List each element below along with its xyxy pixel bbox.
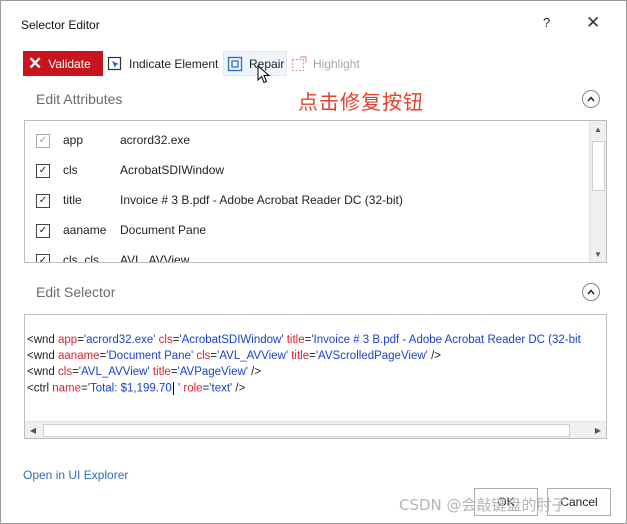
selector-horizontal-scrollbar[interactable]: ◀ ▶ <box>25 421 606 438</box>
title-bar: Selector Editor ? ✕ <box>1 1 626 41</box>
scroll-up-arrow-icon[interactable]: ▲ <box>590 121 606 137</box>
selector-editor-textarea[interactable]: <wnd app='acrord32.exe' cls='AcrobatSDIW… <box>24 314 607 439</box>
attribute-row-app: ✓ app acrord32.exe <box>25 125 585 155</box>
attribute-value: Document Pane <box>120 223 207 237</box>
xml-value: 'AVL_AVView' <box>78 366 150 378</box>
xml-tag: /> <box>247 366 262 378</box>
scroll-left-arrow-icon[interactable]: ◀ <box>25 422 41 438</box>
checkbox-title[interactable]: ✓ <box>36 194 50 208</box>
indicate-element-button[interactable]: Indicate Element <box>107 51 218 76</box>
xml-tag: <wnd <box>27 366 59 378</box>
xml-attribute: cls <box>158 334 173 346</box>
open-in-ui-explorer-link[interactable]: Open in UI Explorer <box>23 468 128 482</box>
repair-icon <box>227 56 243 72</box>
xml-tag: = <box>170 366 178 378</box>
checkbox-aaname[interactable]: ✓ <box>36 224 50 238</box>
highlight-button[interactable]: Highlight <box>291 51 360 76</box>
xml-attribute: title <box>152 366 171 378</box>
attributes-vertical-scrollbar[interactable]: ▲ ▼ <box>589 121 606 262</box>
xml-tag: /> <box>427 350 441 362</box>
xml-tag: <wnd <box>27 334 59 346</box>
xml-value: 'Total: $1,199.70 <box>87 382 172 395</box>
toolbar: ✕ Validate Indicate Element Repair Highl… <box>23 51 583 77</box>
collapse-selector-icon[interactable] <box>582 283 600 301</box>
xml-tag: = <box>72 366 79 378</box>
xml-tag: <ctrl <box>27 382 53 395</box>
xml-value: 'Document Pane' <box>106 350 194 362</box>
xml-attribute: aaname <box>58 350 100 362</box>
attribute-name: cls <box>63 163 78 177</box>
window-title: Selector Editor <box>21 18 100 32</box>
xml-value: 'AVPageView' <box>177 366 248 378</box>
close-button[interactable]: ✕ <box>586 13 600 33</box>
attribute-row-cls: ✓ cls AcrobatSDIWindow <box>25 155 585 185</box>
xml-value: 'AVL_AVView' <box>217 350 289 362</box>
xml-attribute: title <box>291 350 310 362</box>
xml-attribute: name <box>52 382 82 395</box>
xml-value: 'acrord32.exe' <box>83 334 156 346</box>
attribute-name: app <box>63 133 84 147</box>
indicate-element-label: Indicate Element <box>129 56 219 71</box>
xml-tag: /> <box>232 382 246 395</box>
edit-attributes-heading: Edit Attributes <box>36 91 123 107</box>
scroll-right-arrow-icon[interactable]: ▶ <box>590 422 606 438</box>
selector-editor-dialog: Selector Editor ? ✕ ✕ Validate Indicate … <box>0 0 627 524</box>
attribute-row-aaname: ✓ aaname Document Pane <box>25 215 585 245</box>
xml-value: 'AcrobatSDIWindow' <box>179 334 284 346</box>
checkbox-cls-cls[interactable]: ✓ <box>36 254 50 262</box>
xml-tag: = <box>77 334 84 346</box>
scrollbar-thumb[interactable] <box>43 424 570 437</box>
attribute-name: aaname <box>63 223 107 237</box>
validate-label: Validate <box>48 56 91 71</box>
highlight-icon <box>291 55 307 72</box>
selector-line-1: <wnd app='acrord32.exe' cls='AcrobatSDIW… <box>27 334 581 346</box>
attribute-row-title: ✓ title Invoice # 3 B.pdf - Adobe Acroba… <box>25 185 585 215</box>
validate-button[interactable]: ✕ Validate <box>23 51 103 76</box>
close-x-icon: ✕ <box>28 54 43 73</box>
xml-attribute: role <box>183 382 203 395</box>
text-caret <box>172 382 174 395</box>
attribute-value: Invoice # 3 B.pdf - Adobe Acrobat Reader… <box>120 193 403 207</box>
attribute-row-cls-cls: ✓ cls_cls AVL_AVView <box>25 245 585 263</box>
xml-attribute: app <box>58 334 78 346</box>
selector-line-3: <wnd cls='AVL_AVView' title='AVPageView'… <box>27 366 261 378</box>
scroll-down-arrow-icon[interactable]: ▼ <box>590 246 606 262</box>
checkbox-app[interactable]: ✓ <box>36 134 50 148</box>
xml-value: 'Invoice # 3 B.pdf - Adobe Acrobat Reade… <box>311 334 581 346</box>
checkbox-cls[interactable]: ✓ <box>36 164 50 178</box>
xml-tag: = <box>309 350 316 362</box>
xml-tag: = <box>81 382 88 395</box>
attribute-value: acrord32.exe <box>120 133 191 147</box>
selector-line-4: <ctrl name='Total: $1,199.70 ' role='tex… <box>27 382 245 395</box>
xml-attribute: cls <box>58 366 73 378</box>
xml-value: 'text' <box>209 382 233 395</box>
attributes-list: ✓ app acrord32.exe ✓ cls AcrobatSDIWindo… <box>24 120 607 263</box>
attribute-value: AcrobatSDIWindow <box>120 163 225 177</box>
help-button[interactable]: ? <box>543 15 550 30</box>
selector-line-2: <wnd aaname='Document Pane' cls='AVL_AVV… <box>27 350 441 362</box>
attribute-value: AVL_AVView <box>120 253 190 263</box>
watermark: CSDN @会敲键盘的肘子 <box>399 496 567 514</box>
xml-value: 'AVScrolledPageView' <box>315 350 428 362</box>
xml-attribute: cls <box>196 350 211 362</box>
annotation-text: 点击修复按钮 <box>298 90 424 114</box>
collapse-attributes-icon[interactable] <box>582 90 600 108</box>
attribute-name: cls_cls <box>63 253 100 263</box>
indicate-target-icon <box>107 56 123 72</box>
xml-tag: <wnd <box>27 350 59 362</box>
xml-attribute: title <box>286 334 305 346</box>
scrollbar-thumb[interactable] <box>592 141 605 191</box>
attribute-name: title <box>63 193 82 207</box>
edit-selector-heading: Edit Selector <box>36 284 116 300</box>
highlight-label: Highlight <box>313 56 360 71</box>
mouse-pointer-icon <box>257 65 271 84</box>
repair-button[interactable]: Repair <box>223 51 287 76</box>
